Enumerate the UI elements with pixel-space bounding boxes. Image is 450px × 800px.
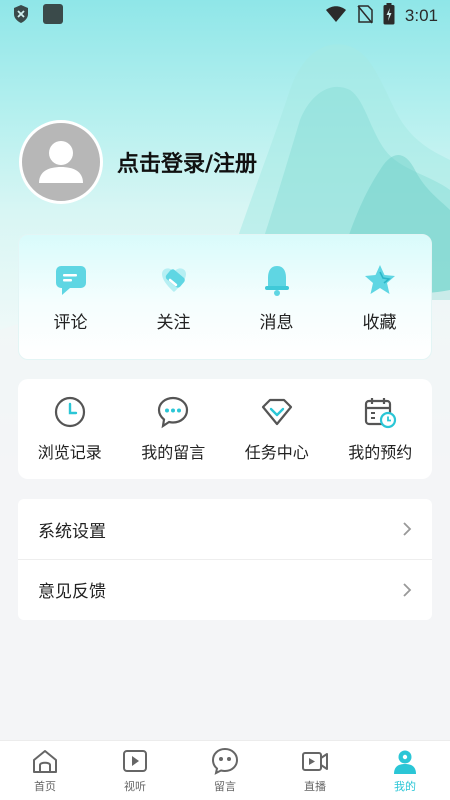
system-settings-row[interactable]: 系统设置 <box>18 499 432 559</box>
social-card: 评论 关注 消息 收藏 <box>18 234 432 360</box>
nav-messages-label: 留言 <box>214 780 236 793</box>
home-icon <box>33 750 57 773</box>
status-bar: 3:01 <box>0 0 450 32</box>
nav-mine[interactable]: 我的 <box>360 741 450 800</box>
messages-label: 消息 <box>259 312 294 333</box>
task-diamond-icon <box>261 398 292 426</box>
message-face-icon <box>211 747 239 775</box>
my-reservations-entry[interactable]: 我的预约 <box>329 379 433 479</box>
chevron-right-icon <box>403 522 412 536</box>
chevron-right-icon <box>403 582 412 597</box>
following-entry[interactable]: 关注 <box>122 235 225 359</box>
following-label: 关注 <box>156 312 191 333</box>
shield-icon <box>12 4 30 28</box>
login-register-link[interactable]: 点击登录/注册 <box>117 146 257 178</box>
bell-icon <box>264 265 289 296</box>
app-notification-icon <box>42 3 64 29</box>
favorites-entry[interactable]: 收藏 <box>328 235 431 359</box>
feedback-row[interactable]: 意见反馈 <box>18 559 432 619</box>
like-tag-icon <box>161 267 186 292</box>
calendar-clock-icon <box>365 398 397 429</box>
my-messages-entry[interactable]: 我的留言 <box>122 379 226 479</box>
play-icon <box>123 750 147 772</box>
chat-bubble-icon <box>158 396 189 429</box>
bottom-navigation: 首页 视听 留言 直播 我的 <box>0 740 450 800</box>
nav-mine-label: 我的 <box>394 780 416 793</box>
default-user-icon <box>39 141 83 183</box>
comments-label: 评论 <box>53 312 88 333</box>
comment-icon <box>55 265 86 295</box>
tools-card: 浏览记录 我的留言 任务中心 我的预约 <box>18 379 432 479</box>
comments-entry[interactable]: 评论 <box>19 235 122 359</box>
wifi-icon <box>325 5 347 27</box>
feedback-label: 意见反馈 <box>38 582 106 602</box>
star-icon <box>364 264 395 294</box>
nav-media-label: 视听 <box>124 780 146 793</box>
nav-messages[interactable]: 留言 <box>180 741 270 800</box>
nav-media[interactable]: 视听 <box>90 741 180 800</box>
status-time: 3:01 <box>404 6 438 25</box>
clock-icon <box>54 396 85 428</box>
browse-history-label: 浏览记录 <box>37 443 102 462</box>
settings-card: 系统设置 意见反馈 <box>18 499 432 620</box>
task-center-label: 任务中心 <box>244 443 309 462</box>
favorites-label: 收藏 <box>362 312 397 333</box>
profile-header[interactable]: 点击登录/注册 <box>19 120 257 204</box>
user-icon <box>394 750 416 774</box>
system-settings-label: 系统设置 <box>38 521 106 542</box>
nav-home[interactable]: 首页 <box>0 741 90 800</box>
nav-live[interactable]: 直播 <box>270 741 360 800</box>
nav-home-label: 首页 <box>34 780 56 793</box>
task-center-entry[interactable]: 任务中心 <box>225 379 329 479</box>
browse-history-entry[interactable]: 浏览记录 <box>18 379 122 479</box>
my-reservations-label: 我的预约 <box>348 443 413 462</box>
no-sim-icon <box>357 4 373 28</box>
nav-live-label: 直播 <box>304 780 326 793</box>
video-camera-icon <box>302 752 328 771</box>
messages-entry[interactable]: 消息 <box>225 235 328 359</box>
avatar[interactable] <box>19 120 103 204</box>
my-messages-label: 我的留言 <box>141 443 206 462</box>
battery-charging-icon <box>383 3 395 29</box>
